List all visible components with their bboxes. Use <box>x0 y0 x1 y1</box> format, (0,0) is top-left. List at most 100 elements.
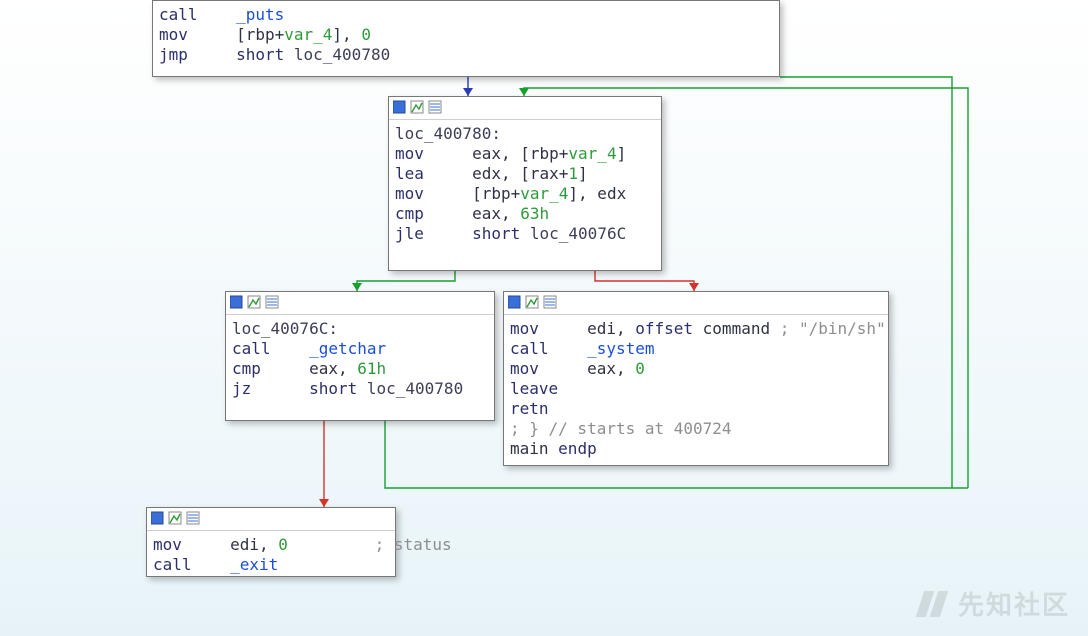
asm-token: mov <box>153 535 182 555</box>
asm-token: mov <box>510 359 539 379</box>
asm-token: cmp <box>232 359 261 379</box>
asm-token: jle <box>395 224 424 244</box>
block-icons <box>230 294 286 313</box>
asm-token: 63h <box>520 204 549 224</box>
block-icons <box>508 294 564 313</box>
edge-arrow-green <box>352 283 362 291</box>
asm-token: 1 <box>568 164 578 184</box>
asm-token: jmp <box>159 45 188 65</box>
asm-line: mov eax, 0 <box>510 359 882 379</box>
asm-token: var_4 <box>568 144 616 164</box>
asm-token: call <box>510 339 549 359</box>
asm-token: mov <box>159 25 188 45</box>
edge-arrow-blue <box>463 88 473 96</box>
asm-token: loc_400780: <box>395 124 501 144</box>
asm-token: loc_400780 <box>284 45 390 65</box>
asm-token: ] <box>617 144 627 164</box>
block-mid[interactable]: loc_400780:mov eax, [rbp+var_4]lea edx, … <box>388 96 662 271</box>
asm-token <box>188 45 236 65</box>
asm-line: jmp short loc_400780 <box>159 45 773 65</box>
asm-token: 0 <box>278 535 288 555</box>
asm-line: retn <box>510 399 882 419</box>
asm-line: mov [rbp+var_4], edx <box>395 184 655 204</box>
block-top-body: call _putsmov [rbp+var_4], 0jmp short lo… <box>153 1 779 73</box>
asm-token: eax, <box>424 204 520 224</box>
asm-token <box>192 555 231 575</box>
asm-line: call _puts <box>159 5 773 25</box>
block-left-body: loc_40076C:call _getcharcmp eax, 61hjz s… <box>226 315 494 407</box>
asm-token: 0 <box>361 25 371 45</box>
asm-token: mov <box>510 319 539 339</box>
asm-line: leave <box>510 379 882 399</box>
asm-token: short <box>309 379 357 399</box>
block-right-body: mov edi, offset command ; "/bin/sh"call … <box>504 315 888 467</box>
asm-token: ], <box>332 25 361 45</box>
block-left-titlebar <box>226 292 494 315</box>
asm-token: eax, <box>539 359 635 379</box>
asm-token: mov <box>395 144 424 164</box>
asm-token <box>288 535 375 555</box>
asm-token: edx, [rax+ <box>424 164 569 184</box>
block-mid-titlebar <box>389 97 661 120</box>
asm-token: _puts <box>236 5 284 25</box>
edge-green <box>357 271 455 291</box>
asm-token: loc_40076C <box>520 224 626 244</box>
asm-token: eax, [rbp+ <box>424 144 569 164</box>
asm-token: ; } // starts at 400724 <box>510 419 732 439</box>
asm-token: cmp <box>395 204 424 224</box>
asm-token: [rbp+ <box>424 184 520 204</box>
asm-token: 61h <box>357 359 386 379</box>
asm-token: endp <box>558 439 597 459</box>
asm-token: [rbp+ <box>188 25 284 45</box>
asm-line: mov [rbp+var_4], 0 <box>159 25 773 45</box>
block-exit-titlebar <box>147 508 395 531</box>
asm-token: loc_40076C: <box>232 319 338 339</box>
asm-token: var_4 <box>284 25 332 45</box>
asm-token: main <box>510 439 558 459</box>
watermark: 先知社区 <box>918 585 1070 622</box>
asm-token: _exit <box>230 555 278 575</box>
asm-token: ] <box>578 164 588 184</box>
asm-token: call <box>232 339 271 359</box>
block-left[interactable]: loc_40076C:call _getcharcmp eax, 61hjz s… <box>225 291 495 421</box>
asm-token: lea <box>395 164 424 184</box>
asm-token <box>424 224 472 244</box>
asm-token: call <box>153 555 192 575</box>
asm-token: leave <box>510 379 558 399</box>
edge-arrow-red <box>319 499 329 507</box>
asm-line: jle short loc_40076C <box>395 224 655 244</box>
asm-line: call _exit <box>153 555 389 575</box>
asm-line: main endp <box>510 439 882 459</box>
block-exit-body: mov edi, 0 ; statuscall _exit <box>147 531 395 583</box>
asm-token: mov <box>395 184 424 204</box>
asm-token: short <box>236 45 284 65</box>
block-exit[interactable]: mov edi, 0 ; statuscall _exit <box>146 507 396 577</box>
asm-token: "/bin/sh" <box>799 319 886 339</box>
asm-token: ; status <box>375 535 452 555</box>
asm-token: jz <box>232 379 251 399</box>
asm-line: cmp eax, 63h <box>395 204 655 224</box>
asm-token: var_4 <box>520 184 568 204</box>
asm-token: ], edx <box>568 184 626 204</box>
asm-line: cmp eax, 61h <box>232 359 488 379</box>
watermark-logo-icon <box>918 591 950 617</box>
asm-token <box>549 339 588 359</box>
asm-token: _getchar <box>309 339 386 359</box>
graph-canvas[interactable]: call _putsmov [rbp+var_4], 0jmp short lo… <box>0 0 1088 636</box>
asm-token: retn <box>510 399 549 419</box>
asm-line: lea edx, [rax+1] <box>395 164 655 184</box>
block-top[interactable]: call _putsmov [rbp+var_4], 0jmp short lo… <box>152 0 780 77</box>
block-right[interactable]: mov edi, offset command ; "/bin/sh"call … <box>503 291 889 466</box>
block-right-titlebar <box>504 292 888 315</box>
asm-line: call _getchar <box>232 339 488 359</box>
watermark-text: 先知社区 <box>958 585 1070 622</box>
block-mid-body: loc_400780:mov eax, [rbp+var_4]lea edx, … <box>389 120 661 252</box>
block-icons <box>151 510 207 529</box>
edge-arrow-green <box>519 88 529 96</box>
asm-line: jz short loc_400780 <box>232 379 488 399</box>
asm-token: edi, <box>182 535 278 555</box>
asm-token: ; <box>780 319 799 339</box>
asm-line: loc_40076C: <box>232 319 488 339</box>
asm-token: _system <box>587 339 654 359</box>
asm-token: eax, <box>261 359 357 379</box>
